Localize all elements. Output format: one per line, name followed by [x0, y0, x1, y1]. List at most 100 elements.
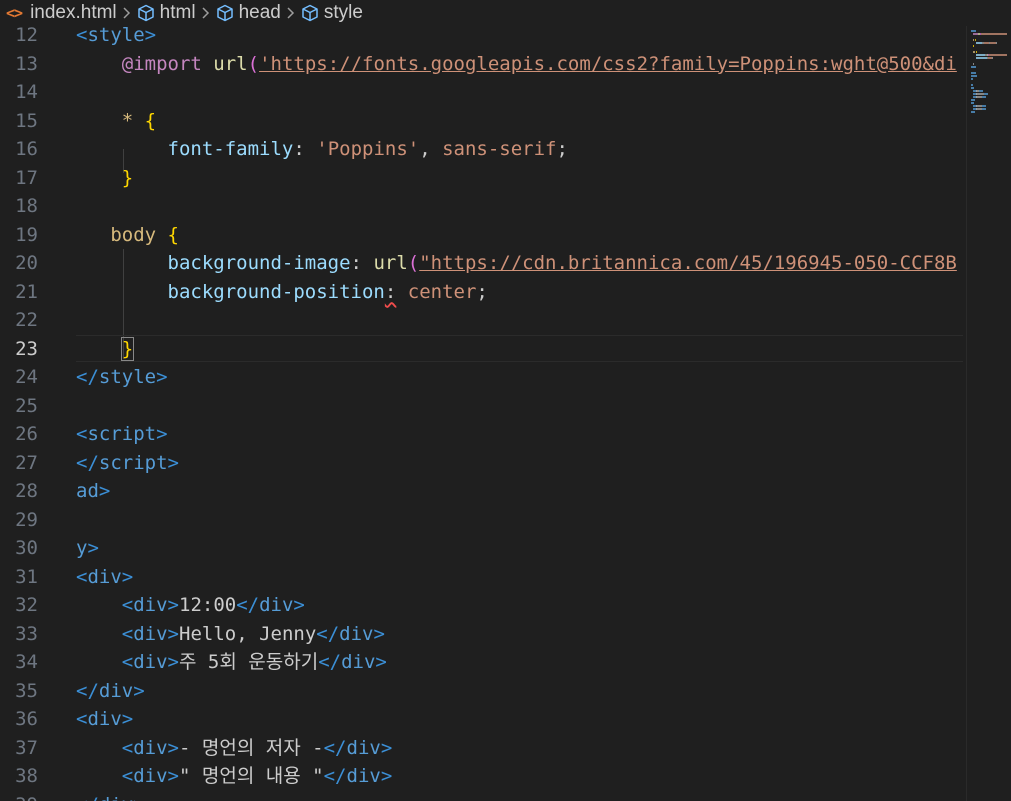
code-line[interactable]: 39 </div> — [0, 791, 963, 801]
line-number: 36 — [15, 708, 38, 730]
minimap-token — [975, 54, 986, 56]
code-token: } — [120, 336, 135, 361]
minimap-token — [976, 93, 984, 95]
code-editor[interactable]: <> index.html html head style 12 <style>… — [0, 0, 1011, 801]
breadcrumb-file[interactable]: <> index.html — [0, 2, 117, 24]
code-token: { — [144, 109, 157, 132]
code-token: ad — [76, 480, 99, 502]
code-line[interactable]: 30 y> — [0, 534, 963, 563]
line-number: 14 — [15, 81, 38, 103]
html-file-icon: <> — [6, 4, 23, 22]
code-token: div — [133, 765, 168, 787]
code-token: " 명언의 내용 " — [179, 765, 324, 787]
code-line[interactable]: 17 } — [0, 164, 963, 193]
code-line[interactable]: 18 — [0, 192, 963, 221]
code-line[interactable]: 35 </div> — [0, 677, 963, 706]
code-token: center — [407, 280, 477, 303]
code-line[interactable]: 24 </style> — [0, 363, 963, 392]
line-content: ad> — [76, 477, 110, 506]
code-line[interactable]: 32 <div>12:00</div> — [0, 591, 963, 620]
line-number: 15 — [15, 109, 38, 132]
code-token: < — [121, 622, 134, 645]
line-content: <div>- 명언의 저자 -</div> — [76, 734, 393, 763]
minimap-token — [974, 111, 975, 113]
symbol-cube-icon — [301, 4, 319, 22]
code-token: < — [121, 736, 134, 759]
code-token: div — [346, 736, 381, 759]
line-number: 37 — [15, 736, 38, 759]
code-token: > — [121, 708, 134, 730]
code-line[interactable]: 28 ad> — [0, 477, 963, 506]
code-line[interactable]: 23 } — [0, 334, 963, 364]
code-line[interactable]: 31 <div> — [0, 563, 963, 592]
breadcrumb-style[interactable]: style — [301, 2, 363, 24]
line-content: } — [76, 335, 135, 364]
line-number: 33 — [15, 622, 38, 645]
minimap-token — [972, 78, 974, 80]
code-token: style — [98, 366, 157, 388]
code-line[interactable]: 26 <script> — [0, 420, 963, 449]
code-token: Hello, Jenny — [179, 622, 317, 645]
code-token: div — [133, 651, 168, 673]
minimap-token — [973, 102, 975, 104]
code-token: > — [167, 622, 179, 645]
line-content: * { — [76, 107, 156, 136]
code-token: 12:00 — [179, 594, 237, 616]
minimap-token — [985, 105, 987, 107]
code-token: style — [87, 24, 145, 46]
line-number: 26 — [15, 423, 38, 445]
code-line[interactable]: 25 — [0, 392, 963, 421]
minimap-token — [982, 90, 984, 92]
code-line[interactable]: 38 <div>" 명언의 내용 "</div> — [0, 762, 963, 791]
minimap[interactable] — [966, 26, 1011, 801]
code-line[interactable]: 15 * { — [0, 107, 963, 136]
line-content: </script> — [76, 449, 179, 478]
code-token: </ — [76, 679, 99, 702]
line-content: </div> — [76, 677, 145, 706]
code-line[interactable]: 19 body { — [0, 221, 963, 250]
line-number: 19 — [15, 223, 38, 246]
code-line[interactable]: 14 — [0, 78, 963, 107]
breadcrumb-html[interactable]: html — [137, 2, 196, 24]
code-token: div — [87, 708, 122, 730]
code-area[interactable]: 12 <style> 13 @import url('https://fonts.g… — [0, 21, 963, 801]
code-token: < — [121, 594, 134, 616]
breadcrumb-file-label: index.html — [30, 2, 117, 23]
minimap-token — [975, 75, 977, 77]
minimap-token — [975, 57, 988, 59]
code-token: < — [121, 651, 134, 673]
code-token: > — [293, 594, 305, 616]
breadcrumb-html-label: html — [159, 2, 196, 23]
line-number: 24 — [15, 366, 38, 388]
code-line[interactable]: 22 — [0, 306, 963, 335]
code-line[interactable]: 29 — [0, 506, 963, 535]
code-token: > — [167, 651, 179, 673]
code-line[interactable]: 16 font-family: 'Poppins', sans-serif; — [0, 135, 963, 164]
code-line[interactable]: 13 @import url('https://fonts.googleapis… — [0, 50, 963, 79]
breadcrumb-head[interactable]: head — [216, 2, 281, 24]
minimap-token — [973, 63, 975, 65]
code-line[interactable]: 33 <div>Hello, Jenny</div> — [0, 620, 963, 649]
chevron-right-icon — [287, 7, 295, 19]
code-line[interactable]: 37 <div>- 명언의 저자 -</div> — [0, 734, 963, 763]
code-line[interactable]: 21 background-position: center; — [0, 278, 963, 307]
line-content: <div> — [76, 563, 133, 592]
line-number: 27 — [15, 451, 38, 474]
line-content: background-image: url("https://cdn.brita… — [76, 249, 957, 278]
code-token: > — [167, 736, 179, 759]
line-content: <div>Hello, Jenny</div> — [76, 620, 385, 649]
line-content: <div>12:00</div> — [76, 591, 305, 620]
code-line[interactable]: 20 background-image: url("https://cdn.br… — [0, 249, 963, 278]
code-line[interactable]: 27 </script> — [0, 449, 963, 478]
code-line[interactable]: 34 <div>주 5회 운동하기</div> — [0, 648, 963, 677]
code-token: </ — [236, 594, 260, 616]
code-line[interactable]: 36 <div> — [0, 705, 963, 734]
